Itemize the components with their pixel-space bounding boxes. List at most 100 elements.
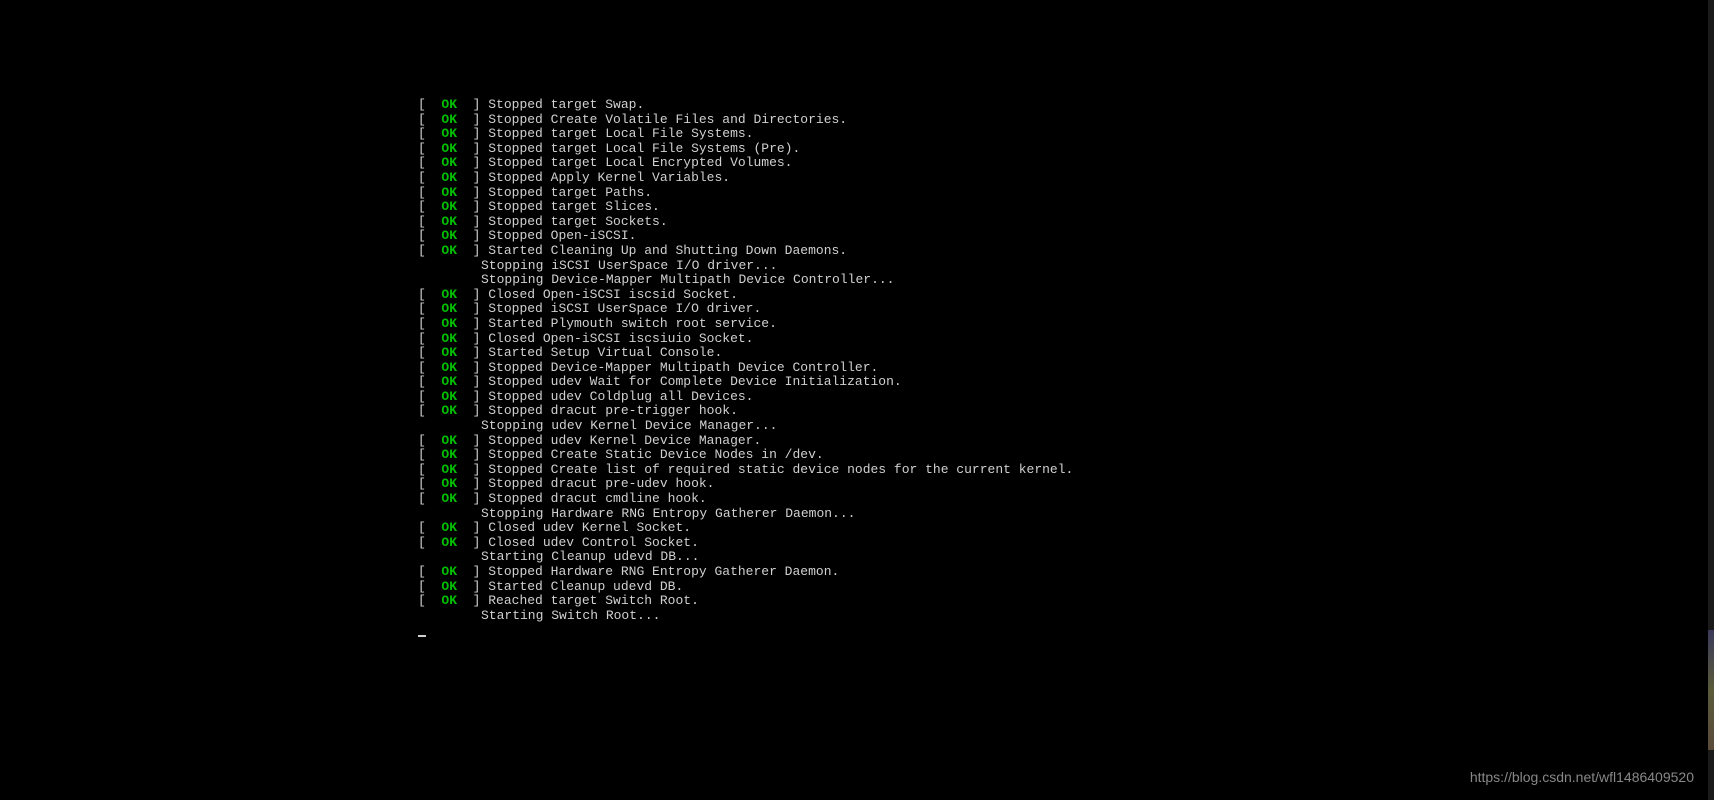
- status-ok: OK: [441, 345, 457, 360]
- boot-line: [ OK ] Stopped Device-Mapper Multipath D…: [418, 361, 1073, 376]
- scrollbar-track[interactable]: [1708, 0, 1714, 800]
- boot-line: [ OK ] Stopped Open-iSCSI.: [418, 229, 1073, 244]
- bracket-open: [: [418, 579, 441, 594]
- bracket-open: [: [418, 155, 441, 170]
- scrollbar-thumb[interactable]: [1708, 630, 1714, 750]
- bracket-close: ]: [457, 316, 488, 331]
- status-ok: OK: [441, 447, 457, 462]
- status-ok: OK: [441, 476, 457, 491]
- status-ok: OK: [441, 287, 457, 302]
- status-ok: OK: [441, 520, 457, 535]
- bracket-close: ]: [457, 579, 488, 594]
- boot-message: Stopped Device-Mapper Multipath Device C…: [488, 360, 878, 375]
- boot-message: Starting Cleanup udevd DB...: [418, 549, 699, 564]
- bracket-close: ]: [457, 170, 488, 185]
- bracket-close: ]: [457, 447, 488, 462]
- bracket-close: ]: [457, 97, 488, 112]
- boot-terminal: [ OK ] Stopped target Swap.[ OK ] Stoppe…: [418, 98, 1073, 642]
- boot-message: Stopping udev Kernel Device Manager...: [418, 418, 777, 433]
- boot-message: Stopping iSCSI UserSpace I/O driver...: [418, 258, 777, 273]
- boot-message: Closed udev Kernel Socket.: [488, 520, 691, 535]
- boot-line: [ OK ] Closed Open-iSCSI iscsid Socket.: [418, 288, 1073, 303]
- boot-message: Started Cleanup udevd DB.: [488, 579, 683, 594]
- boot-line: [ OK ] Stopped iSCSI UserSpace I/O drive…: [418, 302, 1073, 317]
- status-ok: OK: [441, 316, 457, 331]
- status-ok: OK: [441, 593, 457, 608]
- bracket-close: ]: [457, 491, 488, 506]
- boot-line: Stopping Hardware RNG Entropy Gatherer D…: [418, 507, 1073, 522]
- boot-line: [ OK ] Started Setup Virtual Console.: [418, 346, 1073, 361]
- bracket-close: ]: [457, 360, 488, 375]
- bracket-open: [: [418, 389, 441, 404]
- boot-message: Stopped iSCSI UserSpace I/O driver.: [488, 301, 761, 316]
- status-ok: OK: [441, 228, 457, 243]
- boot-line: [ OK ] Stopped Hardware RNG Entropy Gath…: [418, 565, 1073, 580]
- bracket-open: [: [418, 403, 441, 418]
- boot-message: Stopped udev Wait for Complete Device In…: [488, 374, 901, 389]
- status-ok: OK: [441, 141, 457, 156]
- bracket-open: [: [418, 593, 441, 608]
- boot-message: Starting Switch Root...: [418, 608, 660, 623]
- bracket-open: [: [418, 228, 441, 243]
- cursor: [418, 635, 426, 637]
- boot-line: [ OK ] Stopped dracut cmdline hook.: [418, 492, 1073, 507]
- cursor-line: [418, 623, 1073, 642]
- status-ok: OK: [441, 462, 457, 477]
- bracket-close: ]: [457, 155, 488, 170]
- status-ok: OK: [441, 579, 457, 594]
- boot-message: Stopping Hardware RNG Entropy Gatherer D…: [418, 506, 855, 521]
- boot-message: Stopped target Local File Systems (Pre).: [488, 141, 800, 156]
- status-ok: OK: [441, 214, 457, 229]
- boot-message: Started Cleaning Up and Shutting Down Da…: [488, 243, 847, 258]
- boot-message: Reached target Switch Root.: [488, 593, 699, 608]
- boot-message: Stopped target Slices.: [488, 199, 660, 214]
- boot-line: [ OK ] Stopped Apply Kernel Variables.: [418, 171, 1073, 186]
- bracket-open: [: [418, 214, 441, 229]
- boot-message: Closed Open-iSCSI iscsid Socket.: [488, 287, 738, 302]
- bracket-open: [: [418, 141, 441, 156]
- bracket-close: ]: [457, 403, 488, 418]
- bracket-open: [: [418, 535, 441, 550]
- boot-message: Stopped target Paths.: [488, 185, 652, 200]
- bracket-open: [: [418, 520, 441, 535]
- bracket-open: [: [418, 564, 441, 579]
- boot-message: Stopped dracut pre-udev hook.: [488, 476, 714, 491]
- boot-line: [ OK ] Closed Open-iSCSI iscsiuio Socket…: [418, 332, 1073, 347]
- bracket-close: ]: [457, 185, 488, 200]
- boot-line: [ OK ] Closed udev Kernel Socket.: [418, 521, 1073, 536]
- status-ok: OK: [441, 564, 457, 579]
- boot-message: Closed Open-iSCSI iscsiuio Socket.: [488, 331, 753, 346]
- boot-line: Starting Cleanup udevd DB...: [418, 550, 1073, 565]
- boot-line: Stopping udev Kernel Device Manager...: [418, 419, 1073, 434]
- bracket-open: [: [418, 301, 441, 316]
- boot-line: [ OK ] Stopped Create list of required s…: [418, 463, 1073, 478]
- bracket-close: ]: [457, 301, 488, 316]
- boot-line: [ OK ] Stopped target Swap.: [418, 98, 1073, 113]
- bracket-open: [: [418, 462, 441, 477]
- bracket-close: ]: [457, 520, 488, 535]
- boot-message: Stopped target Local Encrypted Volumes.: [488, 155, 792, 170]
- boot-line: [ OK ] Reached target Switch Root.: [418, 594, 1073, 609]
- boot-message: Stopped dracut cmdline hook.: [488, 491, 706, 506]
- bracket-open: [: [418, 126, 441, 141]
- status-ok: OK: [441, 112, 457, 127]
- bracket-close: ]: [457, 228, 488, 243]
- bracket-close: ]: [457, 199, 488, 214]
- boot-line: [ OK ] Stopped Create Volatile Files and…: [418, 113, 1073, 128]
- bracket-open: [: [418, 374, 441, 389]
- bracket-open: [: [418, 112, 441, 127]
- boot-message: Stopped Apply Kernel Variables.: [488, 170, 730, 185]
- boot-line: [ OK ] Stopped dracut pre-udev hook.: [418, 477, 1073, 492]
- status-ok: OK: [441, 170, 457, 185]
- boot-message: Stopped Open-iSCSI.: [488, 228, 636, 243]
- bracket-open: [: [418, 287, 441, 302]
- status-ok: OK: [441, 301, 457, 316]
- status-ok: OK: [441, 403, 457, 418]
- boot-message: Stopped target Local File Systems.: [488, 126, 753, 141]
- status-ok: OK: [441, 433, 457, 448]
- boot-line: [ OK ] Stopped udev Kernel Device Manage…: [418, 434, 1073, 449]
- boot-line: [ OK ] Stopped Create Static Device Node…: [418, 448, 1073, 463]
- bracket-open: [: [418, 199, 441, 214]
- status-ok: OK: [441, 331, 457, 346]
- bracket-open: [: [418, 476, 441, 491]
